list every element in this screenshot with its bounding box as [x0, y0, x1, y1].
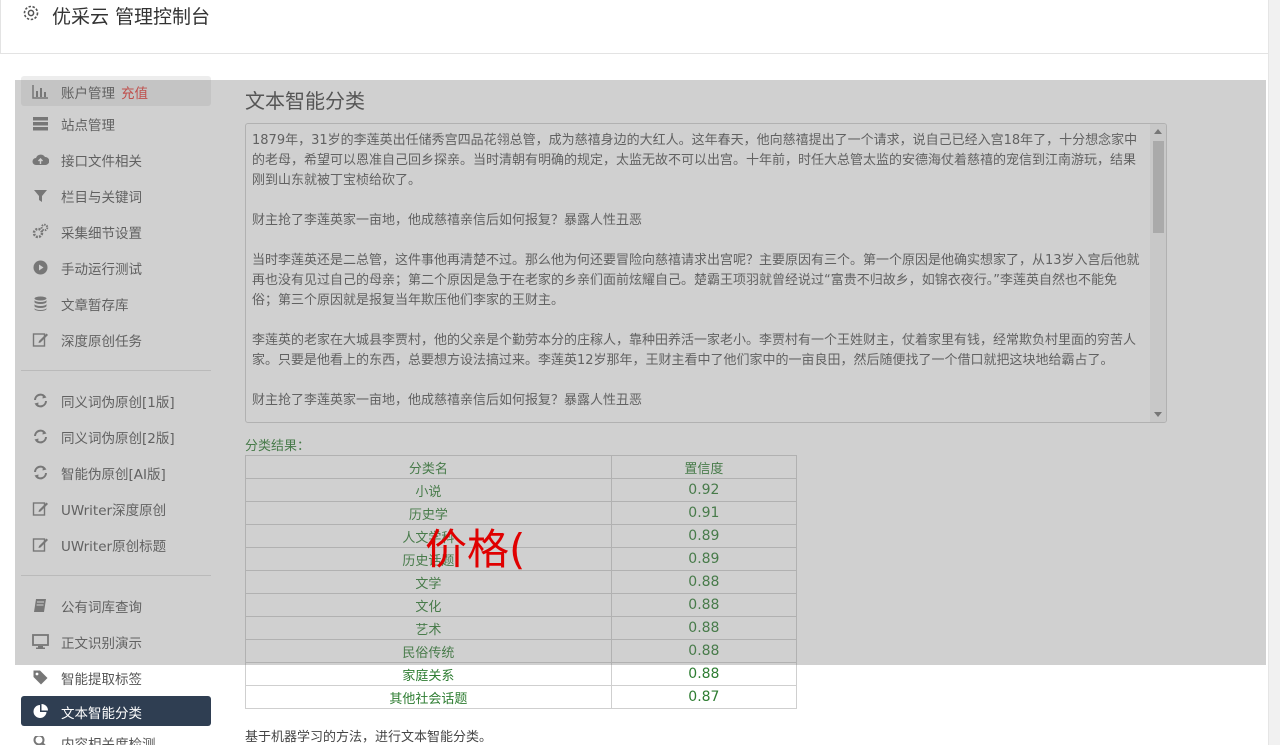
sidebar-item-relevance-check[interactable]: 内容相关度检测	[21, 736, 211, 745]
sidebar-item-text-classification[interactable]: 文本智能分类	[21, 696, 211, 726]
search-icon	[33, 736, 46, 745]
confidence-cell: 0.88	[610, 662, 798, 686]
gear-icon	[23, 5, 39, 21]
overlay-text: 价格(	[425, 525, 526, 574]
page-scrollbar[interactable]	[1268, 0, 1280, 745]
table-row: 家庭关系 0.88	[245, 662, 798, 686]
category-cell: 其他社会话题	[245, 685, 612, 709]
sidebar-item-extract-tags[interactable]: 智能提取标签	[21, 660, 211, 696]
table-row: 其他社会话题 0.87	[245, 685, 798, 709]
sidebar-item-label: 智能提取标签	[61, 672, 142, 688]
description-note: 基于机器学习的方法，进行文本智能分类。	[245, 730, 493, 745]
loading-overlay	[15, 80, 1266, 665]
confidence-cell: 0.87	[610, 685, 798, 709]
category-cell: 家庭关系	[245, 662, 612, 686]
top-header: 优采云 管理控制台	[0, 0, 1269, 54]
pie-chart-icon	[33, 704, 48, 718]
sidebar-item-label: 文本智能分类	[61, 706, 142, 722]
tag-icon	[33, 670, 48, 685]
sidebar-item-label: 内容相关度检测	[61, 737, 156, 745]
app-title: 优采云 管理控制台	[52, 6, 211, 28]
